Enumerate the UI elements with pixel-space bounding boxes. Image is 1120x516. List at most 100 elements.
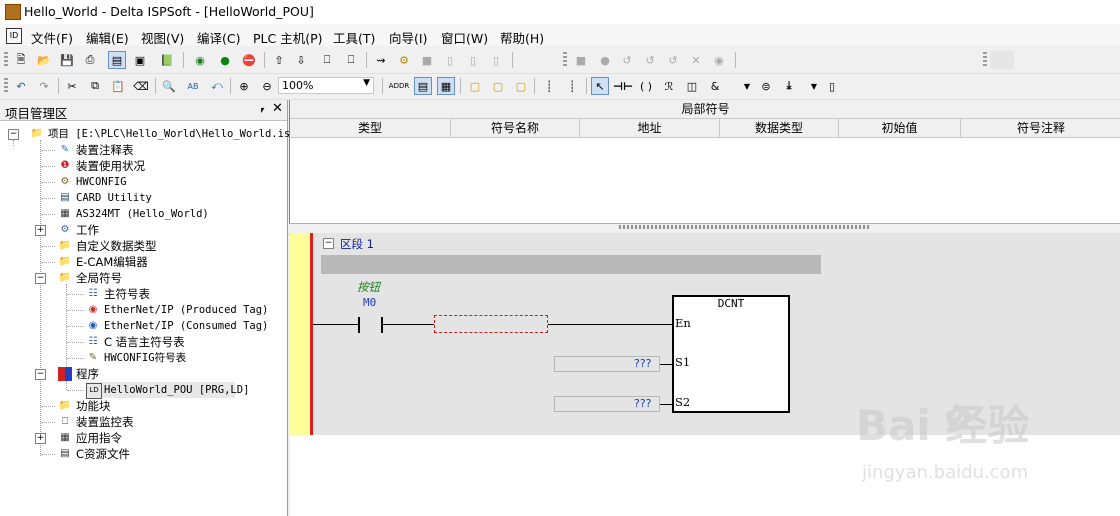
disabled-tool-7-icon: ↺ — [622, 53, 632, 67]
undo-icon[interactable]: ↶ — [12, 77, 30, 95]
branch-icon[interactable]: ⊜ — [757, 77, 775, 95]
chevron-down-icon[interactable]: ▼ — [738, 77, 756, 95]
toolbar-grip[interactable] — [4, 52, 8, 68]
zoom-select[interactable]: 100% ▼ — [278, 77, 374, 94]
chevron-down-icon: ▼ — [363, 78, 370, 88]
eraser-icon[interactable]: ⌫ — [132, 77, 150, 95]
open-folder-icon[interactable]: 📂 — [35, 51, 53, 69]
symbol-icon[interactable]: ▦ — [437, 77, 455, 95]
replace-icon[interactable]: AB — [184, 77, 202, 95]
splitter-grip[interactable] — [619, 225, 869, 229]
project-panel-title: 项目管理区 — [5, 106, 68, 121]
zoom-in-icon[interactable]: ⊕ — [235, 77, 253, 95]
insert-row-icon[interactable]: ▢ — [466, 77, 484, 95]
comment-table-icon: ✎ — [60, 144, 70, 155]
toolbar-grip[interactable] — [983, 52, 987, 68]
function-icon[interactable]: ℛ — [660, 77, 678, 95]
online-icon[interactable]: ⎕ — [318, 51, 336, 69]
menu-tools[interactable]: 工具(T) — [333, 28, 375, 47]
contact-left-bar — [358, 317, 360, 333]
book-icon[interactable]: 📗 — [158, 51, 176, 69]
collapse-root-toggle[interactable]: − — [8, 129, 19, 140]
menu-view[interactable]: 视图(V) — [141, 28, 184, 47]
link-icon[interactable]: ⇝ — [372, 51, 390, 69]
paste-icon[interactable]: 📋 — [109, 77, 127, 95]
redo-icon[interactable]: ↷ — [35, 77, 53, 95]
col-type[interactable]: 类型 — [290, 119, 451, 137]
close-icon[interactable]: ✕ — [272, 101, 283, 116]
coil-icon[interactable]: ( ) — [637, 77, 655, 95]
toolbar-grip[interactable] — [563, 52, 567, 68]
disabled-tool-11-icon: ◉ — [714, 53, 724, 67]
select-pointer-icon[interactable]: ↖ — [591, 77, 609, 95]
collapse-section-toggle[interactable]: − — [323, 238, 334, 249]
print-icon[interactable]: ⎙ — [81, 51, 99, 69]
col-symbol-name[interactable]: 符号名称 — [451, 119, 580, 137]
new-file-icon[interactable]: 🗎 — [12, 51, 30, 69]
run-icon[interactable]: ◉ — [191, 51, 209, 69]
plc-icon: ▦ — [60, 208, 70, 219]
pin-icon[interactable]: ⎖ — [258, 103, 267, 117]
stop-icon[interactable]: ⛔ — [240, 51, 258, 69]
jump-icon[interactable]: ⤺ — [208, 77, 226, 95]
toolbar-grip[interactable] — [4, 78, 8, 94]
disabled-tool-10-icon: ✕ — [691, 53, 701, 67]
empty-toolbar — [990, 51, 1014, 69]
col-initial-value[interactable]: 初始值 — [839, 119, 961, 137]
menu-compile[interactable]: 编译(C) — [197, 28, 240, 47]
contact-comment: 按钮 — [357, 280, 380, 294]
cut-icon[interactable]: ✂ — [63, 77, 81, 95]
compile-icon[interactable]: ● — [216, 51, 234, 69]
menu-file[interactable]: 文件(F) — [31, 28, 73, 47]
and-block-icon[interactable]: & — [706, 77, 724, 95]
view-project-icon[interactable]: ▤ — [108, 51, 126, 69]
section-comment-bar[interactable] — [321, 255, 821, 274]
watermark-brand: Bai 经验 — [856, 401, 1030, 450]
delete-vertical-icon[interactable]: ┊ — [563, 77, 581, 95]
expand-task-toggle[interactable]: + — [35, 225, 46, 236]
download-icon[interactable]: ⇩ — [292, 51, 310, 69]
settings-icon[interactable]: ⚙ — [395, 51, 413, 69]
doc-icon[interactable]: ID — [6, 28, 22, 44]
col-address[interactable]: 地址 — [580, 119, 720, 137]
zoom-out-icon[interactable]: ⊖ — [258, 77, 276, 95]
vertical-line-icon[interactable]: ┊ — [540, 77, 558, 95]
up-branch-icon[interactable]: ⤓ — [780, 77, 798, 95]
collapse-global-symbols-toggle[interactable]: − — [35, 273, 46, 284]
network-icon: ◉ — [88, 320, 98, 331]
col-symbol-comment[interactable]: 符号注释 — [961, 119, 1120, 137]
upload-icon[interactable]: ⇧ — [270, 51, 288, 69]
tree-item-pou[interactable]: LD HelloWorld_POU [PRG,LD] — [86, 382, 249, 399]
find-icon[interactable]: 🔍 — [160, 77, 178, 95]
disabled-tool-4-icon: ▯ — [492, 53, 500, 67]
collapse-program-toggle[interactable]: − — [35, 369, 46, 380]
expand-app-instr-toggle[interactable]: + — [35, 433, 46, 444]
toolbar-standard: 🗎 📂 💾 ⎙ ▤ ▣ 📗 ◉ ● ⛔ ⇧ ⇩ ⎕ ⎕ ⇝ ⚙ ■ ▯ ▯ ▯ … — [0, 48, 1120, 74]
delete-net-icon[interactable]: ▢ — [512, 77, 530, 95]
folder-icon: 📁 — [58, 256, 72, 267]
menu-edit[interactable]: 编辑(E) — [86, 28, 129, 47]
address-icon[interactable]: ADDR — [389, 77, 409, 95]
insert-net-icon[interactable]: ▢ — [489, 77, 507, 95]
save-icon[interactable]: 💾 — [58, 51, 76, 69]
menu-window[interactable]: 窗口(W) — [441, 28, 488, 47]
col-data-type[interactable]: 数据类型 — [720, 119, 839, 137]
disabled-tool-5-icon: ■ — [575, 53, 587, 67]
block-icon[interactable]: ◫ — [683, 77, 701, 95]
copy-icon[interactable]: ⧉ — [86, 77, 104, 95]
paw-icon: ✿ — [944, 398, 973, 438]
view-output-icon[interactable]: ▣ — [131, 51, 149, 69]
monitor-icon[interactable]: ⎕ — [342, 51, 360, 69]
block-name: DCNT — [717, 297, 745, 310]
end-block-icon[interactable]: ▯ — [823, 77, 841, 95]
comment-icon[interactable]: ▤ — [414, 77, 432, 95]
program-icon — [58, 367, 72, 381]
contact-icon[interactable]: ⊣⊢ — [613, 77, 633, 95]
menu-help[interactable]: 帮助(H) — [500, 28, 544, 47]
chevron-down-icon[interactable]: ▼ — [805, 77, 823, 95]
contact-device: M0 — [363, 296, 377, 309]
section-label: 区段 1 — [340, 237, 374, 251]
menu-plc[interactable]: PLC 主机(P) — [253, 28, 323, 47]
selection-cursor[interactable] — [434, 315, 548, 333]
menu-wizard[interactable]: 向导(I) — [389, 28, 427, 47]
